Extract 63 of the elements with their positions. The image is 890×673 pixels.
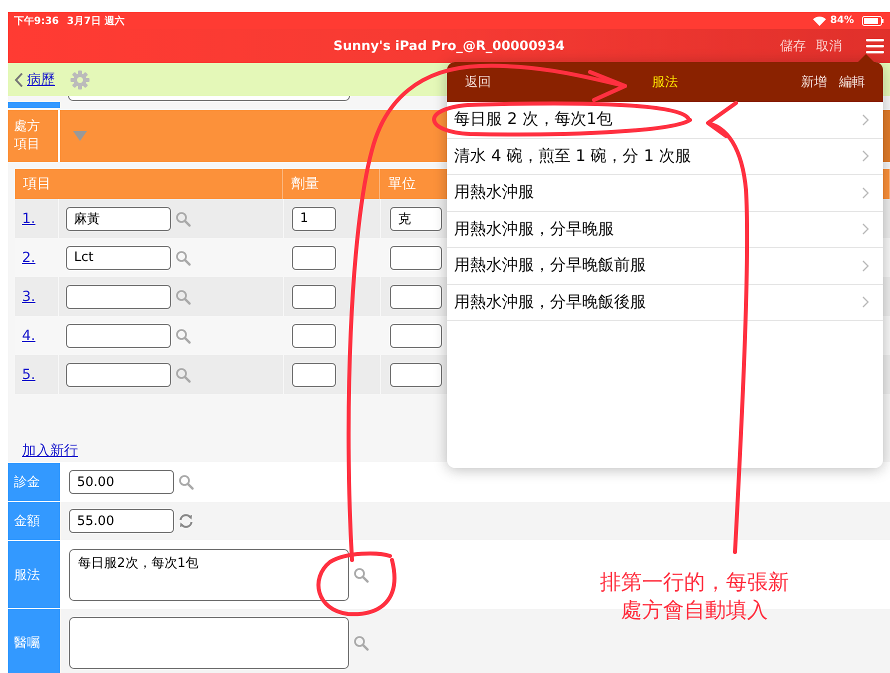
list-item[interactable]: 每日服 2 次，每次1包 — [447, 102, 883, 138]
text-area[interactable] — [69, 616, 349, 668]
wifi-icon — [813, 16, 826, 26]
field-label: 診金 — [8, 463, 60, 501]
annotation-text: 排第一行的，每張新 — [600, 569, 789, 596]
section-label-text: 項目 — [14, 136, 41, 154]
battery-icon — [862, 16, 884, 26]
list-item[interactable]: 用熱水沖服，分早晚飯前服 — [447, 248, 883, 284]
annotation-text: 處方會自動填入 — [621, 597, 768, 624]
row-number-link[interactable]: 3. — [22, 288, 36, 304]
chevron-icon — [862, 150, 869, 162]
status-date: 3月7日 週六 — [66, 14, 124, 28]
unit-field[interactable] — [390, 246, 442, 270]
chevron-icon — [862, 296, 869, 308]
row-number-link[interactable]: 2. — [22, 250, 36, 266]
search-icon[interactable] — [178, 474, 194, 490]
dose-field[interactable] — [292, 362, 336, 386]
header-button[interactable]: 編輯 — [839, 73, 865, 91]
menu-icon[interactable] — [866, 38, 884, 54]
header-button[interactable]: 新增 — [801, 73, 827, 91]
add-row-link[interactable]: 加入新行 — [22, 443, 78, 459]
row-number-link[interactable]: 1. — [22, 210, 36, 226]
dose-field[interactable] — [292, 324, 336, 348]
chevron-icon — [862, 114, 869, 126]
list-item[interactable]: 用熱水沖服 — [447, 175, 883, 212]
unit-field[interactable] — [390, 362, 442, 386]
back-link[interactable]: 病歷 — [27, 70, 55, 88]
item-field[interactable] — [66, 362, 171, 386]
item-field[interactable]: 麻黃 — [66, 206, 171, 230]
row-number-link[interactable]: 4. — [22, 328, 36, 344]
status-time: 下午9:36 — [14, 14, 59, 28]
chevron-icon — [862, 223, 869, 236]
dose-field[interactable] — [292, 284, 336, 308]
list-item[interactable]: 用熱水沖服，分早晚服 — [447, 212, 883, 248]
item-field[interactable] — [66, 324, 171, 348]
dose-field[interactable]: 1 — [292, 206, 336, 230]
refresh-icon[interactable] — [178, 513, 194, 529]
text-field[interactable] — [68, 96, 350, 101]
popover-title: 服法 — [652, 74, 678, 91]
section-label-text: 處方 — [14, 118, 41, 136]
chevron-icon — [862, 186, 869, 199]
field-label: 醫囑 — [8, 609, 60, 673]
field-label: 金額 — [8, 502, 60, 540]
battery-percent: 84% — [830, 15, 854, 26]
label-cell — [8, 102, 60, 108]
unit-field[interactable]: 克 — [390, 206, 442, 230]
search-icon[interactable] — [353, 566, 369, 582]
back-button[interactable]: 返回 — [465, 73, 491, 91]
text-area[interactable]: 每日服2次，每次1包 — [69, 548, 349, 600]
list-item[interactable]: 用熱水沖服，分早晚飯後服 — [447, 284, 883, 321]
text-field[interactable]: 50.00 — [69, 470, 174, 494]
field-label: 服法 — [8, 541, 60, 608]
back-chevron-icon[interactable] — [14, 72, 24, 88]
window-title: Sunny's iPad Pro_@R_00000934 — [333, 38, 565, 54]
chevron-icon — [862, 260, 869, 272]
list-item[interactable]: 清水 4 碗，煎至 1 碗，分 1 次服 — [447, 138, 883, 175]
row-number-link[interactable]: 5. — [22, 366, 36, 382]
dose-field[interactable] — [292, 246, 336, 270]
item-field[interactable]: Lct — [66, 246, 171, 270]
unit-field[interactable] — [390, 324, 442, 348]
unit-field[interactable] — [390, 284, 442, 308]
item-field[interactable] — [66, 284, 171, 308]
text-field[interactable]: 55.00 — [69, 509, 174, 533]
